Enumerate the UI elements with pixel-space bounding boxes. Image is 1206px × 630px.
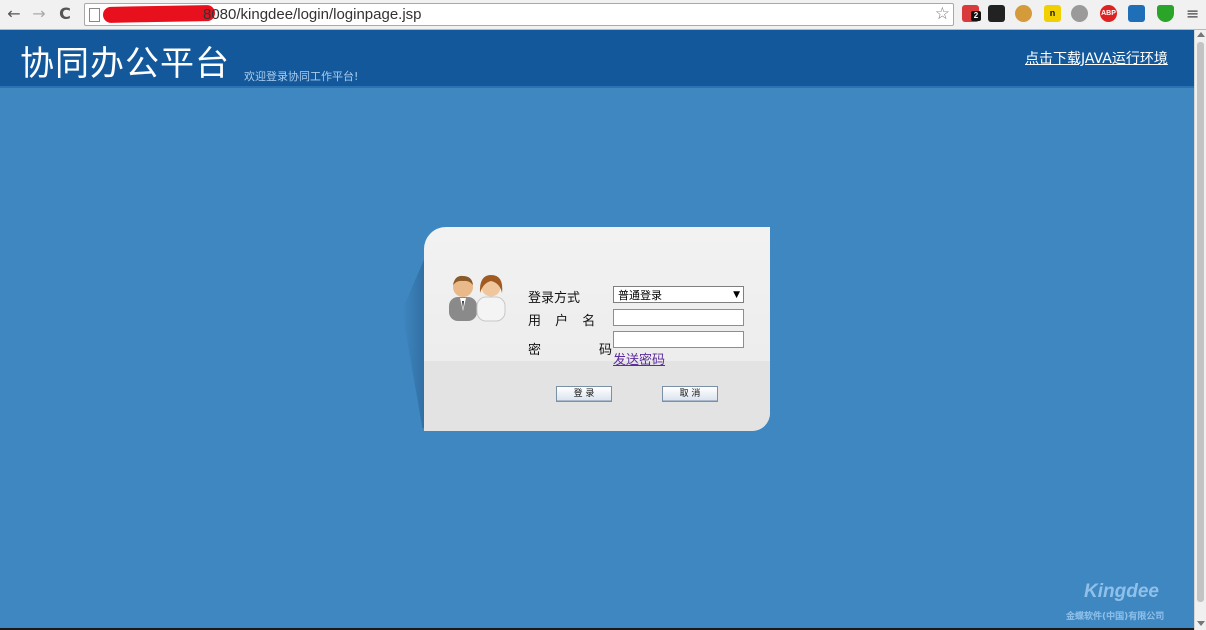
address-bar[interactable]: 8080/kingdee/login/loginpage.jsp ☆ — [84, 3, 954, 26]
reload-icon[interactable]: C — [54, 3, 76, 25]
password-label-left: 密 — [528, 343, 542, 358]
extension-blue-icon[interactable] — [1128, 5, 1145, 22]
login-mode-label: 登录方式 — [528, 291, 581, 306]
menu-icon[interactable]: ≡ — [1186, 3, 1199, 25]
scroll-up-icon[interactable] — [1197, 32, 1205, 37]
redacted-host — [102, 5, 216, 23]
username-input[interactable] — [613, 309, 744, 326]
login-panel: 登录方式 普通登录 ▼ 用 户 名 密 码 发送密码 登 录 取 消 — [424, 227, 770, 431]
chevron-down-icon: ▼ — [733, 290, 740, 300]
cancel-button[interactable]: 取 消 — [662, 386, 718, 402]
page-title: 协同办公平台 — [20, 44, 230, 84]
username-label: 用 户 名 — [528, 314, 596, 329]
kingdee-logo: Kingdee — [1084, 581, 1159, 602]
users-icon — [449, 275, 506, 322]
extension-cookie-icon[interactable] — [1015, 5, 1032, 22]
bookmark-star-icon[interactable]: ☆ — [935, 4, 950, 24]
extension-mask-icon[interactable] — [988, 5, 1005, 22]
page-header: 协同办公平台 欢迎登录协同工作平台! 点击下载JAVA运行环境 — [0, 30, 1194, 88]
browser-toolbar: ← → C 8080/kingdee/login/loginpage.jsp ☆… — [0, 0, 1206, 30]
extension-abp-icon[interactable]: ABP — [1100, 5, 1117, 22]
login-mode-value: 普通登录 — [618, 289, 662, 302]
forward-icon[interactable]: → — [28, 3, 50, 25]
url-text[interactable]: 8080/kingdee/login/loginpage.jsp — [203, 4, 422, 25]
extension-shield-icon[interactable] — [1157, 5, 1174, 22]
password-label-right: 码 — [599, 343, 613, 358]
extension-gray-icon[interactable] — [1071, 5, 1088, 22]
extension-yellow-icon[interactable]: n — [1044, 5, 1061, 22]
scrollbar-thumb[interactable] — [1197, 42, 1204, 602]
back-icon[interactable]: ← — [3, 3, 25, 25]
download-java-link[interactable]: 点击下载JAVA运行环境 — [1025, 48, 1168, 68]
extension-badge-count: 2 — [971, 11, 981, 21]
extension-red-badge-icon[interactable]: 2 — [962, 5, 981, 22]
login-mode-select[interactable]: 普通登录 ▼ — [613, 286, 744, 303]
welcome-text: 欢迎登录协同工作平台! — [244, 70, 359, 83]
vertical-scrollbar[interactable] — [1194, 30, 1206, 630]
login-button[interactable]: 登 录 — [556, 386, 612, 402]
password-input[interactable] — [613, 331, 744, 348]
company-name: 金蝶软件(中国)有限公司 — [1066, 612, 1165, 622]
scroll-down-icon[interactable] — [1197, 621, 1205, 626]
send-password-link[interactable]: 发送密码 — [613, 349, 665, 368]
page-icon — [89, 8, 100, 22]
